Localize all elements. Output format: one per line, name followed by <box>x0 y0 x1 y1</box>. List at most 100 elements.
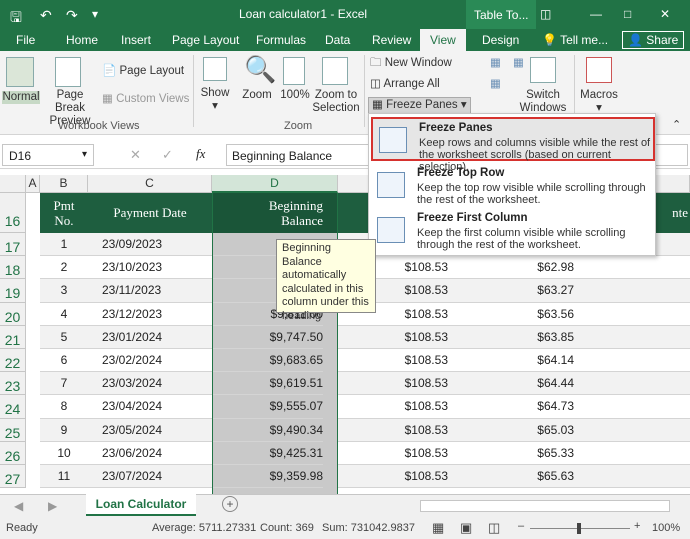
row-header[interactable]: 22 <box>0 349 26 373</box>
row-header[interactable]: 18 <box>0 256 26 280</box>
cell-interest[interactable]: $65.03 <box>514 419 574 442</box>
cell-interest[interactable]: $64.73 <box>514 395 574 418</box>
sheet-tab-loan-calculator[interactable]: Loan Calculator <box>86 494 196 516</box>
tab-view[interactable]: View <box>420 29 466 51</box>
ribbon-display-icon[interactable]: ◫ <box>540 7 551 21</box>
cell-payment-date[interactable]: 23/04/2024 <box>88 395 212 419</box>
cell-payment[interactable]: $108.53 <box>388 303 448 326</box>
row-header[interactable]: 25 <box>0 418 26 442</box>
arrange-all-button[interactable]: ◫ Arrange All <box>370 78 440 91</box>
cell-payment-date[interactable]: 23/06/2024 <box>88 441 212 465</box>
cell-beginning-balance[interactable]: $9,555.07 <box>213 395 323 419</box>
select-all-corner[interactable] <box>0 175 26 193</box>
page-layout-button[interactable]: 📄 Page Layout <box>102 65 184 78</box>
custom-views-button[interactable]: ▦ Custom Views <box>102 93 189 106</box>
cell-payment[interactable]: $108.53 <box>388 395 448 418</box>
share-button[interactable]: 👤 Share <box>622 31 685 49</box>
macros-button[interactable]: Macros ▾ <box>578 89 620 115</box>
zoom-100-button[interactable]: 100% <box>280 89 310 102</box>
cell-pmt-no[interactable]: 5 <box>40 325 88 349</box>
menu-item-freeze-top-row[interactable]: Freeze Top Row Keep the top row visible … <box>371 164 655 208</box>
namebox-dropdown-icon[interactable]: ▾ <box>82 149 87 160</box>
cell-payment-date[interactable]: 23/09/2023 <box>88 233 212 257</box>
cell-payment[interactable]: $108.53 <box>388 349 448 372</box>
save-icon[interactable]: 🖫 <box>10 7 22 31</box>
maximize-icon[interactable]: □ <box>624 7 631 21</box>
scroll-right-icon[interactable]: ▶ <box>48 499 57 513</box>
column-header-d[interactable]: D <box>212 175 338 193</box>
zoom-out-icon[interactable]: – <box>518 520 524 532</box>
redo-icon[interactable]: ↷ <box>66 7 78 24</box>
page-layout-view-icon[interactable]: ▣ <box>460 520 472 536</box>
row-header[interactable]: 23 <box>0 372 26 396</box>
cell-payment-date[interactable]: 23/05/2024 <box>88 418 212 442</box>
zoom-slider-thumb[interactable] <box>577 523 581 534</box>
tab-data[interactable]: Data <box>325 33 350 47</box>
cell-beginning-balance[interactable]: $9,359.98 <box>213 465 323 489</box>
tab-review[interactable]: Review <box>372 33 411 47</box>
cell-payment[interactable]: $108.53 <box>388 419 448 442</box>
row-header[interactable]: 17 <box>0 233 26 257</box>
zoom-level[interactable]: 100% <box>652 522 680 534</box>
close-icon[interactable]: ✕ <box>660 7 670 21</box>
cancel-icon[interactable]: ✕ <box>130 147 141 163</box>
cell-pmt-no[interactable]: 11 <box>40 465 88 489</box>
column-header-c[interactable]: C <box>88 175 212 193</box>
row-header[interactable]: 21 <box>0 325 26 349</box>
cell-beginning-balance[interactable]: $9,683.65 <box>213 349 323 373</box>
column-header-b[interactable]: B <box>40 175 88 193</box>
scroll-left-icon[interactable]: ◀ <box>14 499 23 513</box>
menu-item-freeze-panes[interactable]: Freeze Panes Keep rows and columns visib… <box>371 117 655 173</box>
tab-file[interactable]: File <box>16 33 35 47</box>
cell-pmt-no[interactable]: 2 <box>40 256 88 280</box>
tab-page-layout[interactable]: Page Layout <box>172 33 239 47</box>
freeze-panes-button[interactable]: ▦ Freeze Panes ▾ <box>368 97 471 114</box>
zoom-button[interactable]: Zoom <box>240 89 274 102</box>
cell-pmt-no[interactable]: 3 <box>40 279 88 303</box>
cell-payment-date[interactable]: 23/03/2024 <box>88 372 212 396</box>
menu-item-freeze-first-column[interactable]: Freeze First Column Keep the first colum… <box>371 209 655 253</box>
split-icon[interactable]: ▦ <box>490 57 501 70</box>
cell-pmt-no[interactable]: 9 <box>40 418 88 442</box>
cell-payment[interactable]: $108.53 <box>388 465 448 488</box>
cell-pmt-no[interactable]: 8 <box>40 395 88 419</box>
hide-icon[interactable]: ▦ <box>490 78 501 91</box>
tab-design[interactable]: Design <box>482 33 519 47</box>
cell-payment[interactable]: $108.53 <box>388 256 448 279</box>
cell-pmt-no[interactable]: 10 <box>40 441 88 465</box>
horizontal-scrollbar[interactable] <box>420 500 670 512</box>
normal-view-icon[interactable]: ▦ <box>432 520 444 536</box>
undo-icon[interactable]: ↶ <box>40 7 52 24</box>
cell-payment-date[interactable]: 23/02/2024 <box>88 349 212 373</box>
name-box[interactable]: D16 <box>2 144 94 166</box>
cell-beginning-balance[interactable]: $9,490.34 <box>213 419 323 442</box>
new-window-button[interactable]: 🗀 New Window <box>370 57 452 70</box>
cell-payment-date[interactable]: 23/07/2024 <box>88 465 212 489</box>
row-header[interactable]: 20 <box>0 302 26 326</box>
cell-pmt-no[interactable]: 7 <box>40 372 88 396</box>
insert-function-icon[interactable]: fx <box>196 146 205 162</box>
row-header[interactable]: 26 <box>0 441 26 465</box>
cell-payment[interactable]: $108.53 <box>388 372 448 395</box>
customize-icon[interactable]: ▾ <box>92 7 98 21</box>
cell-payment-date[interactable]: 23/10/2023 <box>88 256 212 280</box>
cell-interest[interactable]: $64.44 <box>514 372 574 395</box>
add-sheet-icon[interactable]: + <box>222 496 238 512</box>
cell-payment[interactable]: $108.53 <box>388 326 448 349</box>
cell-payment-date[interactable]: 23/01/2024 <box>88 325 212 349</box>
cell-beginning-balance[interactable]: $9,425.31 <box>213 442 323 465</box>
cell-interest[interactable]: $62.98 <box>514 256 574 279</box>
show-button[interactable]: Show ▾ <box>198 87 232 113</box>
normal-view-button[interactable]: Normal <box>2 91 40 104</box>
cell-pmt-no[interactable]: 4 <box>40 302 88 326</box>
row-header[interactable]: 19 <box>0 279 26 303</box>
cell-interest[interactable]: $65.63 <box>514 465 574 488</box>
cell-payment[interactable]: $108.53 <box>388 279 448 302</box>
cell-payment[interactable]: $108.53 <box>388 442 448 465</box>
tab-formulas[interactable]: Formulas <box>256 33 306 47</box>
cell-pmt-no[interactable]: 6 <box>40 349 88 373</box>
tell-me-search[interactable]: 💡 Tell me... <box>542 33 608 47</box>
zoom-to-selection-button[interactable]: Zoom to Selection <box>312 89 360 115</box>
minimize-icon[interactable]: — <box>590 7 602 21</box>
cell-beginning-balance[interactable]: $9,747.50 <box>213 326 323 349</box>
